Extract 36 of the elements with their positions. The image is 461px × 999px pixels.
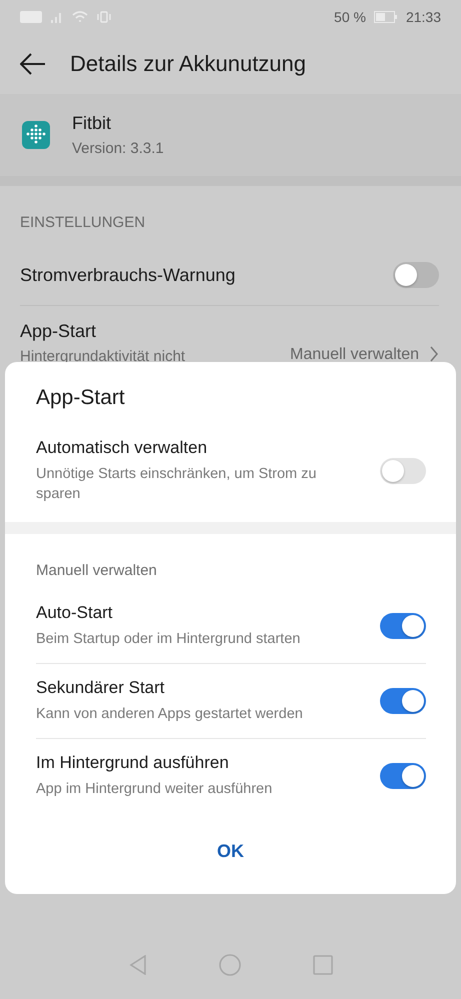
app-name: Fitbit	[72, 113, 112, 134]
option-description: Beim Startup oder im Hintergrund starten	[36, 630, 302, 649]
home-icon[interactable]	[218, 954, 240, 976]
option-label: Automatisch verwalten	[36, 438, 208, 458]
option-label: Auto-Start	[36, 603, 114, 623]
option-label: Im Hintergrund ausführen	[36, 753, 230, 773]
setting-value[interactable]: Manuell verwalten	[290, 346, 419, 364]
toggle-switch[interactable]	[380, 763, 426, 789]
vibrate-icon	[96, 11, 112, 23]
option-description: Kann von anderen Apps gestartet werden	[36, 705, 304, 724]
section-heading: Manuell verwalten	[35, 561, 158, 581]
page-title: Details zur Akkunutzung	[70, 51, 306, 77]
battery-icon	[374, 11, 398, 23]
setting-label: Stromverbrauchs-Warnung	[20, 264, 236, 286]
option-description: App im Hintergrund weiter ausführen	[36, 780, 274, 799]
ok-button[interactable]: OK	[193, 829, 268, 874]
setting-description: Hintergrundaktivität nicht	[20, 348, 186, 365]
clock: 21:33	[406, 9, 441, 25]
back-arrow-icon[interactable]	[20, 53, 46, 75]
section-heading: EINSTELLUNGEN	[19, 213, 146, 233]
toggle-switch[interactable]	[380, 458, 426, 484]
setting-label: App-Start	[20, 321, 98, 342]
dialog-title: App-Start	[35, 385, 126, 411]
wifi-icon	[72, 11, 88, 23]
app-icon	[22, 121, 50, 149]
signal-icon	[50, 11, 64, 23]
recents-icon[interactable]	[312, 955, 332, 975]
option-label: Sekundärer Start	[36, 678, 166, 698]
option-description: Unnötige Starts einschränken, um Strom zu sparen	[36, 465, 318, 504]
app-version: Version: 3.3.1	[72, 140, 164, 157]
battery-percentage: 50 %	[334, 9, 366, 25]
toggle-switch[interactable]	[393, 262, 439, 288]
back-icon[interactable]	[128, 955, 146, 975]
chevron-right-icon	[429, 346, 439, 362]
toggle-switch[interactable]	[380, 688, 426, 714]
toggle-switch[interactable]	[380, 613, 426, 639]
